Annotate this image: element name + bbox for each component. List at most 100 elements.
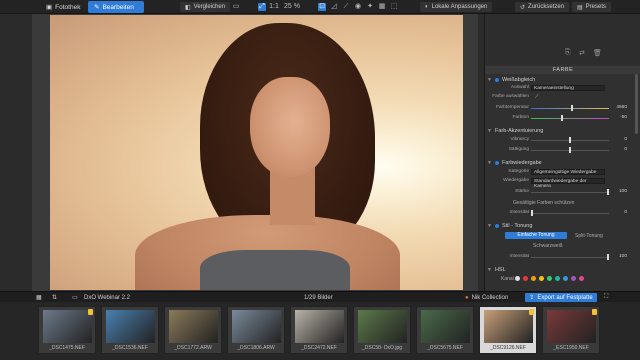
nik-icon: ●: [465, 294, 469, 301]
section-active-dot: [494, 160, 499, 165]
simple-toning-button[interactable]: Einfache Tonung: [505, 232, 567, 239]
sort-icon[interactable]: ⇅: [52, 293, 57, 302]
hsl-swatch-5[interactable]: [555, 276, 560, 281]
thumbnail-caption: _DSC1475.NEF: [49, 345, 85, 351]
temperature-slider[interactable]: [531, 108, 609, 109]
tab-bearbeiten[interactable]: ✎ Bearbeiten: [88, 1, 144, 13]
hsl-swatch-4[interactable]: [547, 276, 552, 281]
temperature-slider-knob[interactable]: [571, 105, 573, 111]
thumbnail-image: [358, 310, 407, 343]
fit-icon[interactable]: ⤢: [258, 3, 266, 11]
thumbnail-caption: _DSC5675.NEF: [427, 345, 463, 351]
folder-icon[interactable]: ▭: [72, 293, 78, 302]
grid-icon[interactable]: ▦: [378, 3, 386, 11]
frame-icon[interactable]: ▭: [232, 3, 240, 11]
compare-button[interactable]: ◧ Vergleichen: [180, 2, 231, 12]
toning-intensity-slider[interactable]: [531, 257, 609, 258]
eyedropper-icon[interactable]: ⟋: [535, 94, 538, 100]
chevron-down-icon: ▼: [487, 159, 492, 166]
panel-scrollbar[interactable]: [635, 74, 638, 134]
hsl-swatch-6[interactable]: [563, 276, 568, 281]
saturation-row: Sättigung 0: [508, 147, 627, 153]
vibrancy-slider-knob[interactable]: [569, 137, 571, 143]
thumbnail-image: [232, 310, 281, 343]
thumbnail[interactable]: _DSC58- DxO.jpg: [353, 306, 411, 354]
project-name[interactable]: DxO Webinar 2.2: [84, 293, 130, 302]
copy-settings-icon[interactable]: ⎘: [565, 49, 571, 57]
toning-intensity-knob[interactable]: [607, 254, 609, 260]
presets-icon: ▤: [577, 4, 583, 11]
straighten-icon[interactable]: ◿: [330, 3, 338, 11]
nik-collection-button[interactable]: ● Nik Collection: [465, 293, 508, 302]
photolab-window: ▣ Fotothek ✎ Bearbeiten ◧ Vergleichen ▭ …: [0, 0, 640, 360]
repair-icon[interactable]: ✦: [366, 3, 374, 11]
tint-slider-knob[interactable]: [561, 115, 563, 121]
protect-intensity-slider[interactable]: [531, 213, 609, 214]
local-adjust-icon: ◐: [425, 4, 429, 10]
hsl-channel-swatches: [515, 276, 584, 281]
hsl-swatch-8[interactable]: [579, 276, 584, 281]
thumbnail[interactable]: _DSC1536.NEF: [101, 306, 159, 354]
thumbnail[interactable]: _DSC5675.NEF: [416, 306, 474, 354]
hsl-swatch-1[interactable]: [523, 276, 528, 281]
section-hsl[interactable]: ▼ HSL: [487, 266, 603, 273]
strength-slider[interactable]: [531, 192, 609, 193]
export-button[interactable]: ⇪ Export auf Festplatte: [525, 293, 597, 302]
filmstrip: _DSC1475.NEF _DSC1536.NEF _DSC1772.ARW _DSC…: [0, 302, 640, 360]
zoom-percent[interactable]: 25 %: [284, 3, 300, 11]
section-active-dot: [494, 223, 499, 228]
hsl-swatch-7[interactable]: [571, 276, 576, 281]
split-toning-button[interactable]: Split-Tonung: [575, 233, 603, 239]
top-toolbar: ▣ Fotothek ✎ Bearbeiten ◧ Vergleichen ▭ …: [0, 0, 640, 14]
protect-intensity-knob[interactable]: [531, 210, 533, 216]
image-viewer[interactable]: [32, 14, 478, 291]
zoom-ratio[interactable]: 1:1: [268, 3, 280, 11]
thumbnail[interactable]: _DSC1475.NEF: [38, 306, 96, 354]
reset-button[interactable]: ↺ Zurücksetzen: [515, 2, 570, 12]
swap-icon[interactable]: ⇄: [579, 49, 585, 57]
section-style-toning[interactable]: ▼ Stil - Tonung: [487, 222, 603, 229]
thumbnail-image: [484, 310, 533, 343]
chevron-down-icon: ▼: [487, 266, 492, 273]
section-color-accent[interactable]: ▼ Farb-Akzentuierung: [487, 127, 603, 134]
thumbnail[interactable]: _DSC2472.NEF: [290, 306, 348, 354]
filter-icon[interactable]: ▦: [36, 293, 42, 302]
library-icon: ▣: [46, 4, 53, 11]
hsl-swatch-0[interactable]: [515, 276, 520, 281]
thumbnail[interactable]: _DSC1772.ARW: [164, 306, 222, 354]
rendering-row: Wiedergabe Standardwiedergabe der Kamera: [491, 178, 637, 189]
strength-slider-knob[interactable]: [607, 189, 609, 195]
thumbnail[interactable]: _ESC1950.NEF: [542, 306, 600, 354]
crop-icon[interactable]: ⊡: [318, 3, 326, 11]
bw-select[interactable]: Schwarzweiß: [533, 243, 563, 249]
tab-fotothek[interactable]: ▣ Fotothek: [40, 1, 86, 13]
wb-mode-select[interactable]: Kameraeinstellung: [531, 85, 605, 91]
category-row: Kategorie Allgemeingültige Wiedergabe: [491, 169, 637, 176]
local-adjustments-button[interactable]: ◐ Lokale Anpassungen: [420, 2, 493, 12]
thumbnail-caption: _DSC1806.ARW: [237, 345, 275, 351]
panel-title: FARBE: [485, 66, 640, 74]
eyedropper-icon[interactable]: ⟋: [342, 3, 350, 11]
fullscreen-icon[interactable]: ⛶: [604, 293, 608, 302]
redeye-icon[interactable]: ◉: [354, 3, 362, 11]
hsl-swatch-2[interactable]: [531, 276, 536, 281]
presets-button[interactable]: ▤ Presets: [572, 2, 612, 12]
photo-face: [250, 77, 330, 177]
saturation-slider-knob[interactable]: [569, 147, 571, 153]
thumbnail[interactable]: _DSC1806.ARW: [227, 306, 285, 354]
category-select[interactable]: Allgemeingültige Wiedergabe: [531, 169, 605, 175]
rendering-select[interactable]: Standardwiedergabe der Kamera: [531, 178, 605, 189]
image-count: 1/29 Bilder: [304, 294, 333, 301]
thumbnail[interactable]: _DSC9126.NEF: [479, 306, 537, 354]
hsl-swatch-3[interactable]: [539, 276, 544, 281]
section-color-rendering[interactable]: ▼ Farbwiedergabe: [487, 159, 603, 166]
section-white-balance[interactable]: ▼ Weißabgleich: [487, 76, 603, 83]
export-icon: ⇪: [529, 295, 535, 301]
filmstrip-toolbar: ▦ ⇅ ▭ DxO Webinar 2.2 1/29 Bilder ● Nik …: [0, 291, 640, 302]
upright-icon[interactable]: ⬚: [390, 3, 398, 11]
trash-icon[interactable]: 🗑: [593, 49, 602, 57]
portrait-photo[interactable]: [50, 15, 463, 290]
thumbnail-image: [295, 310, 344, 343]
section-active-dot: [494, 77, 499, 82]
tint-slider[interactable]: [531, 118, 609, 119]
